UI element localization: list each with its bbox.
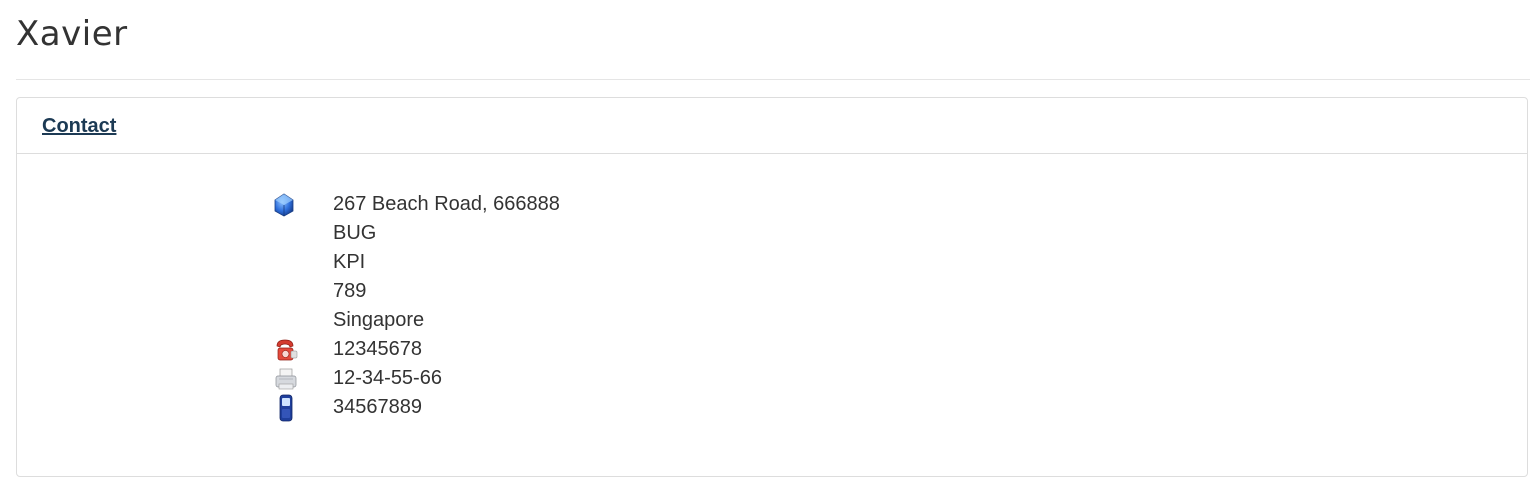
address-extra-line: BUG	[333, 222, 377, 244]
mobile-row: 34567889	[273, 393, 560, 422]
address-line: 267 Beach Road, 666888	[333, 193, 560, 215]
contact-details: 267 Beach Road, 666888 BUG KPI 789 Singa…	[273, 190, 560, 422]
title-divider	[16, 79, 1530, 80]
mobile-number: 34567889	[333, 396, 422, 418]
panel-heading: Contact	[17, 98, 1527, 154]
phone-number: 12345678	[333, 338, 422, 360]
country: Singapore	[333, 309, 425, 331]
contact-link[interactable]: Contact	[42, 115, 116, 138]
page-title: Xavier	[16, 14, 128, 54]
address-row: BUG	[273, 219, 560, 248]
address-row: 789	[273, 277, 560, 306]
country-row: Singapore	[273, 306, 560, 335]
address-row: 267 Beach Road, 666888	[273, 190, 560, 219]
fax-number: 12-34-55-66	[333, 367, 442, 389]
fax-row: 12-34-55-66	[273, 364, 560, 393]
address-row: KPI	[273, 248, 560, 277]
fax-icon	[273, 364, 333, 393]
address-icon	[273, 190, 333, 219]
phone-icon	[273, 335, 333, 364]
contact-panel: Contact 267 Beach Road, 666888 BUG KPI 7…	[16, 97, 1528, 477]
phone-row: 12345678	[273, 335, 560, 364]
address-extra-line: KPI	[333, 251, 366, 273]
address-extra-line: 789	[333, 280, 367, 302]
mobile-icon	[273, 393, 333, 422]
